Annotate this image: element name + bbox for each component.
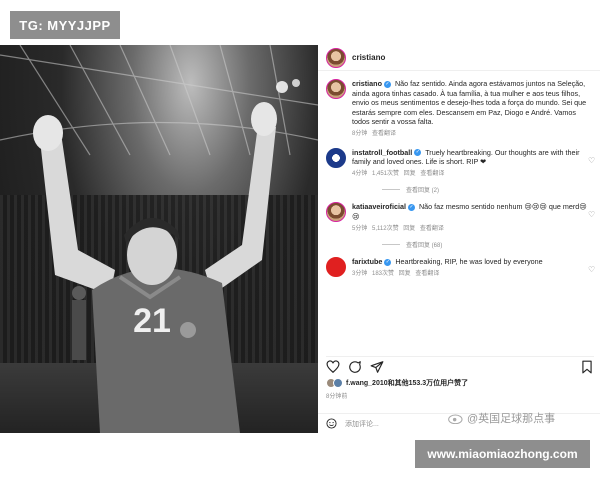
site-watermark: www.miaomiaozhong.com	[415, 440, 590, 468]
weibo-watermark: @英国足球那点事	[448, 410, 555, 426]
post-photo[interactable]: 21	[0, 45, 318, 433]
bookmark-icon[interactable]	[580, 360, 594, 374]
comment-meta[interactable]: 4分钟 1,451次赞 回复 查看翻译	[352, 170, 590, 180]
comment-item: instatroll_football ✓ Truely heartbreakin…	[318, 147, 600, 180]
tg-watermark: TG: MYYJJPP	[10, 11, 120, 39]
view-replies-label: 查看回复 (2)	[406, 188, 440, 195]
comment-username[interactable]: instatroll_football	[352, 148, 412, 157]
action-bar	[326, 356, 594, 374]
comment-username[interactable]: farixtube	[352, 257, 382, 266]
like-icon[interactable]: ♡	[588, 156, 596, 165]
comment-item: farixtube ✓ Heartbreaking, RIP, he was lo…	[318, 257, 600, 279]
verified-icon: ✓	[384, 258, 392, 266]
likes-summary[interactable]: f.wang_2010和其他153.3万位用户赞了	[326, 378, 468, 388]
liker-avatar	[333, 378, 343, 388]
likes-text: f.wang_2010和其他153.3万位用户赞了	[346, 380, 469, 387]
view-replies-button[interactable]: 查看回复 (2)	[382, 185, 600, 194]
avatar[interactable]	[326, 257, 346, 278]
emoji-icon[interactable]	[326, 418, 337, 429]
verified-icon: ✓	[414, 149, 422, 157]
like-icon[interactable]: ♡	[588, 266, 596, 274]
post-time: 8分钟前	[326, 394, 348, 400]
avatar[interactable]	[326, 147, 346, 168]
post-username[interactable]: cristiano	[352, 53, 385, 62]
comment-icon[interactable]	[348, 360, 362, 374]
post-header: cristiano	[318, 45, 600, 71]
comment-item: katiaaveiroficial ✓ Não faz mesmo sentido…	[318, 202, 600, 234]
caption-meta[interactable]: 8分钟 查看翻译	[352, 130, 590, 140]
share-icon[interactable]	[370, 360, 384, 374]
weibo-text: @英国足球那点事	[467, 413, 556, 425]
view-replies-button[interactable]: 查看回复 (68)	[382, 240, 600, 249]
divider	[382, 189, 400, 191]
comment-username[interactable]: katiaaveiroficial	[352, 202, 406, 211]
caption: cristiano ✓ Não faz sentido. Ainda agora …	[318, 79, 600, 140]
jersey-number: 21	[133, 302, 171, 340]
avatar[interactable]	[326, 202, 346, 223]
caption-username[interactable]: cristiano	[352, 79, 382, 88]
weibo-icon	[448, 414, 463, 424]
like-icon[interactable]: ♡	[588, 211, 596, 219]
comment-meta[interactable]: 5分钟 5,112次赞 回复 查看翻译	[352, 225, 590, 235]
verified-icon: ✓	[407, 203, 415, 211]
add-comment-input[interactable]: 添加评论...	[345, 419, 379, 429]
verified-icon: ✓	[383, 80, 391, 88]
player-figure: 21	[33, 102, 277, 433]
divider	[382, 244, 400, 246]
heart-icon[interactable]	[326, 359, 340, 374]
avatar[interactable]	[326, 47, 346, 68]
comment-meta[interactable]: 3分钟 183次赞 回复 查看翻译	[352, 270, 590, 280]
comment-text: Heartbreaking, RIP, he was loved by ever…	[395, 257, 543, 267]
post-panel: cristiano cristiano ✓ Não faz sentido. Ai…	[318, 45, 600, 433]
view-replies-label: 查看回复 (68)	[406, 243, 443, 250]
avatar[interactable]	[326, 79, 346, 99]
